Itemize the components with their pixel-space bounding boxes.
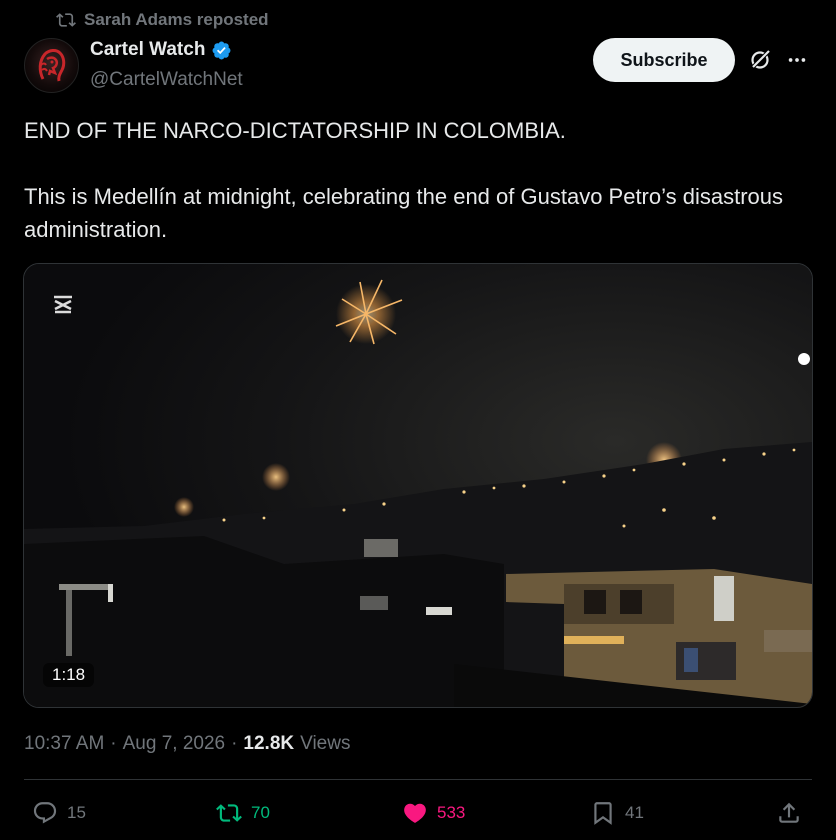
repost-icon <box>56 13 76 27</box>
reply-button[interactable]: 15 <box>32 793 86 833</box>
repost-count: 70 <box>251 803 270 822</box>
views-count: 12.8K <box>243 733 295 754</box>
meta-separator: · <box>231 733 238 754</box>
repost-icon <box>216 804 242 822</box>
lion-logo-icon <box>38 49 66 82</box>
tweet-headline: END OF THE NARCO-DICTATORSHIP IN COLOMBI… <box>24 118 566 143</box>
like-count: 533 <box>437 803 466 822</box>
author-name-row[interactable]: Cartel Watch <box>90 39 232 61</box>
grok-button[interactable] <box>744 44 776 76</box>
tweet-time[interactable]: 10:37 AM <box>24 733 104 755</box>
tweet-body: This is Medellín at midnight, celebratin… <box>24 184 783 242</box>
reply-count: 15 <box>67 803 86 822</box>
action-bar: 15 70 533 41 <box>24 793 814 833</box>
author-name[interactable]: Cartel Watch <box>90 39 205 61</box>
video-frame <box>24 264 812 707</box>
repost-indicator[interactable]: Sarah Adams reposted <box>56 9 269 31</box>
tweet-text: END OF THE NARCO-DICTATORSHIP IN COLOMBI… <box>24 114 814 246</box>
share-button[interactable] <box>776 793 802 833</box>
grok-icon <box>750 50 770 70</box>
tweet-meta: 10:37 AM · Aug 7, 2026 · 12.8K Views <box>24 733 350 755</box>
video-player[interactable]: 1:18 <box>23 263 813 708</box>
reply-icon <box>33 802 57 824</box>
more-button[interactable] <box>782 46 812 74</box>
bookmark-count: 41 <box>625 803 644 822</box>
subscribe-button[interactable]: Subscribe <box>593 38 735 82</box>
like-button[interactable]: 533 <box>402 793 465 833</box>
divider <box>24 779 812 780</box>
video-duration: 1:18 <box>43 663 95 687</box>
views-label: Views <box>300 733 351 754</box>
avatar[interactable] <box>24 38 79 93</box>
meta-separator: · <box>110 733 117 754</box>
tweet-date[interactable]: Aug 7, 2026 <box>123 733 225 755</box>
capcut-icon <box>54 295 72 314</box>
heart-icon <box>404 803 426 823</box>
repost-button[interactable]: 70 <box>216 793 270 833</box>
share-icon <box>779 802 799 823</box>
more-icon <box>788 58 806 62</box>
bookmark-button[interactable]: 41 <box>590 793 644 833</box>
bookmark-icon <box>594 802 612 825</box>
verified-badge-icon[interactable] <box>211 40 232 61</box>
author-handle[interactable]: @CartelWatchNet <box>90 69 243 91</box>
repost-text: Sarah Adams reposted <box>84 10 269 29</box>
